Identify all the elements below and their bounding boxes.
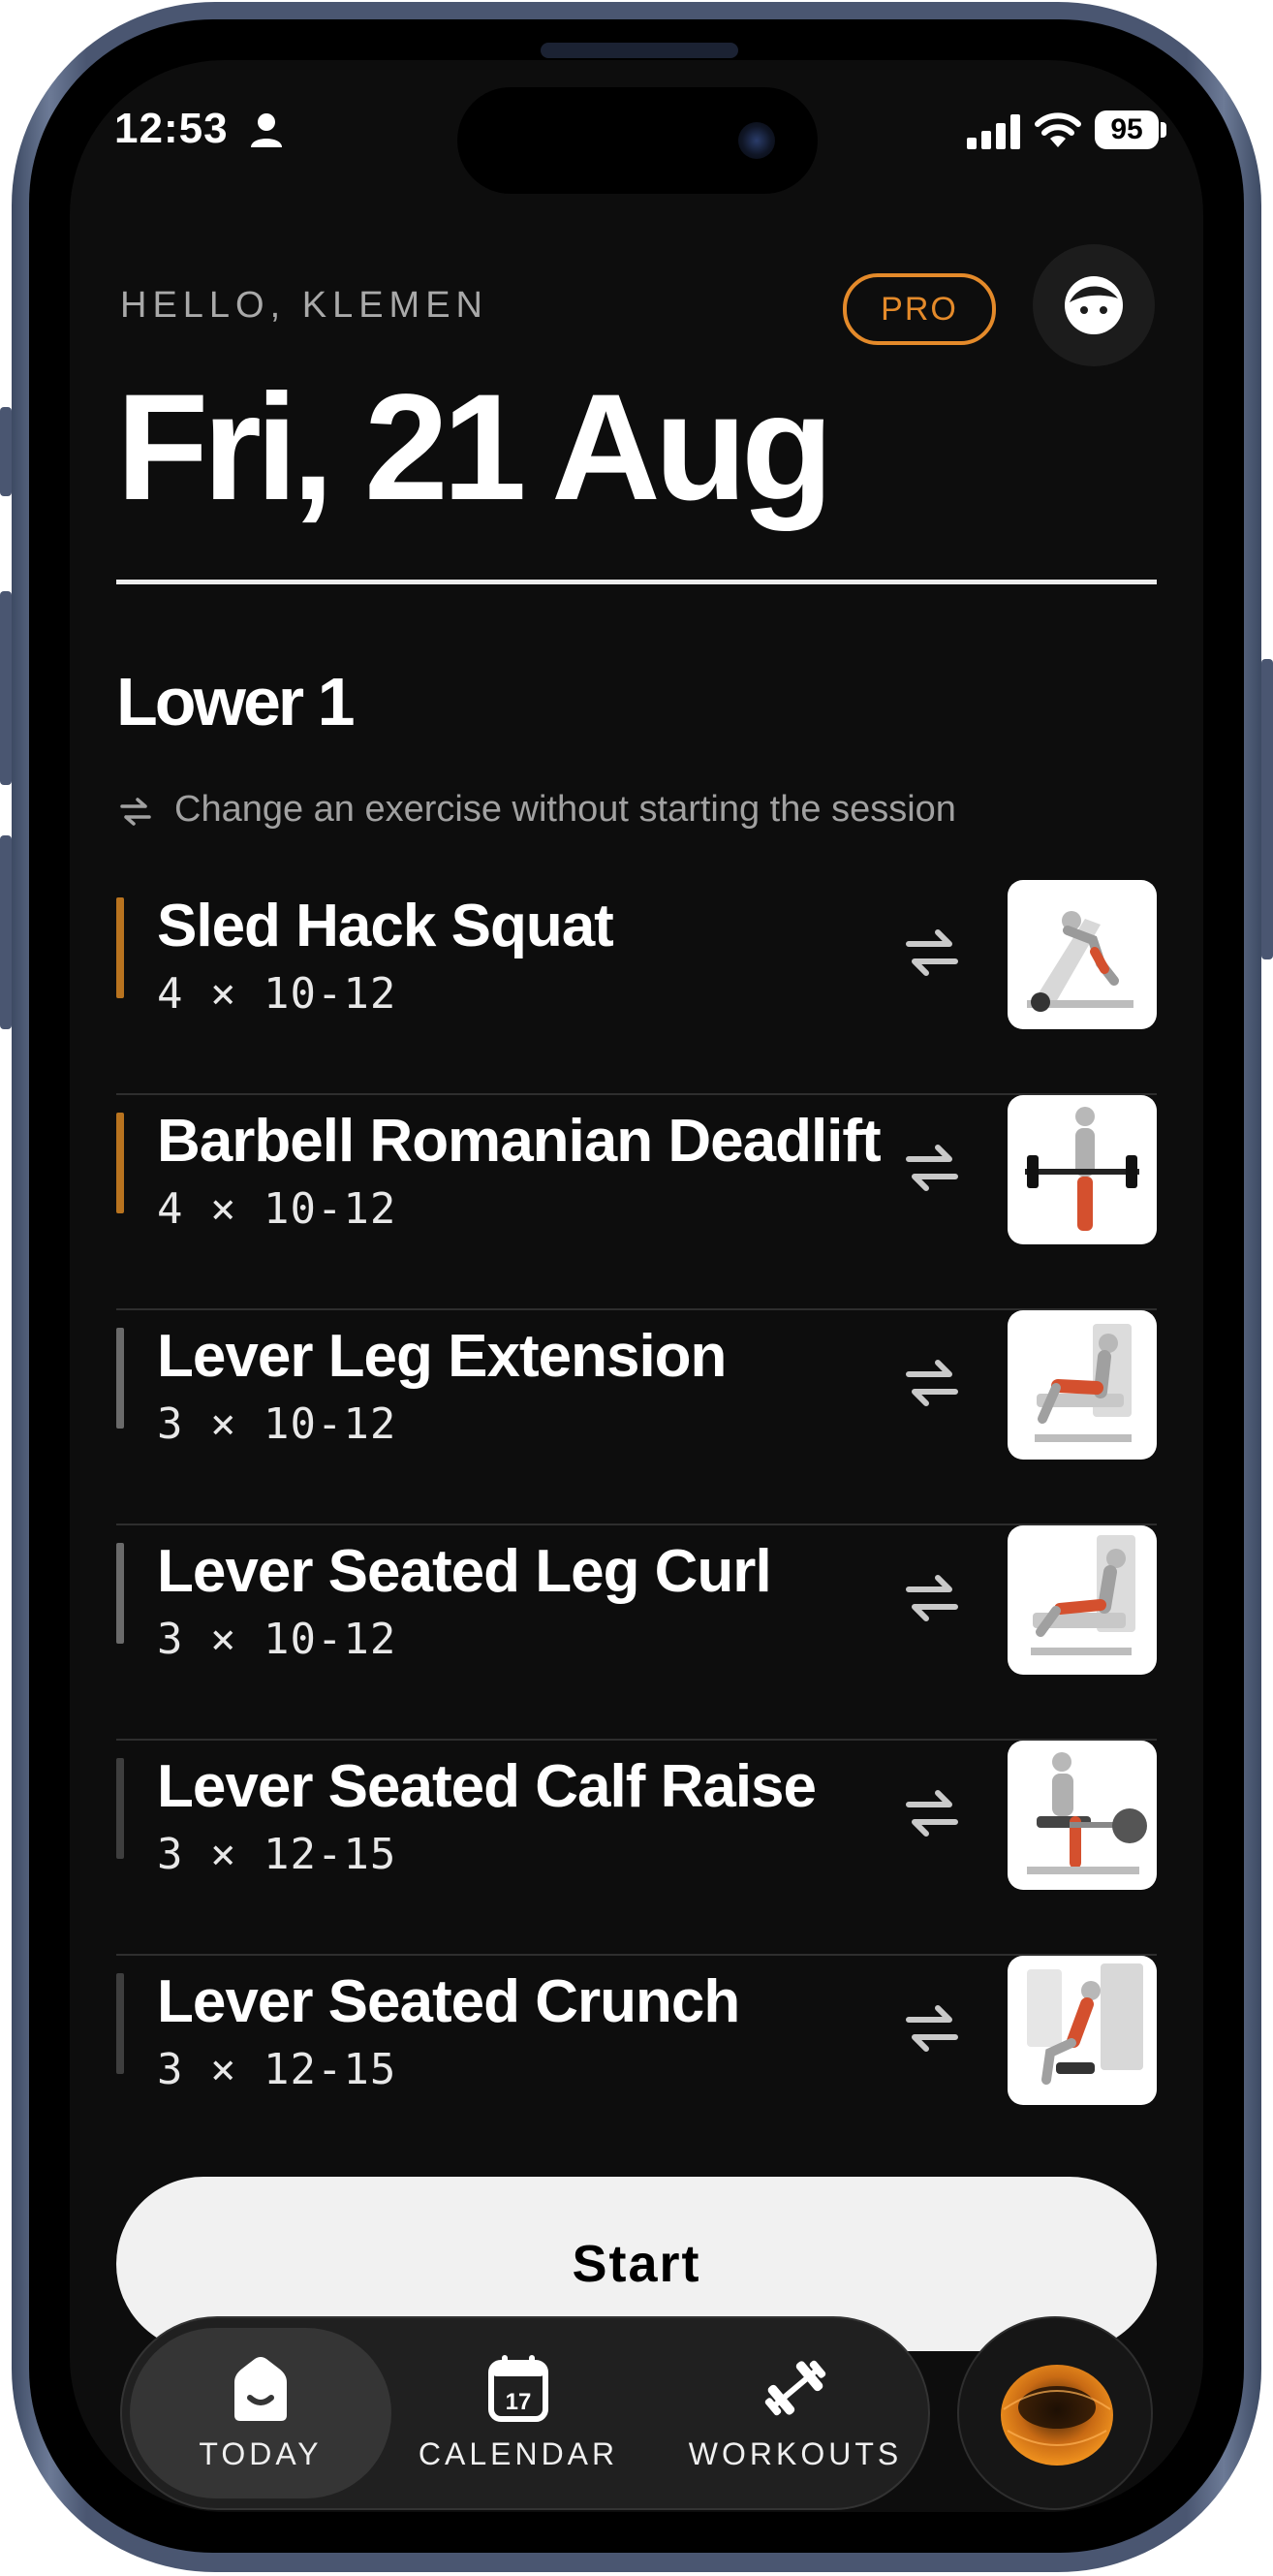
status-time: 12:53 — [114, 105, 229, 152]
tab-today-label: TODAY — [199, 2436, 323, 2471]
volume-down-button — [0, 835, 12, 1029]
side-button — [1261, 659, 1273, 959]
exercise-sets: 3 × 10-12 — [157, 1399, 397, 1449]
tab-workouts-label: WORKOUTS — [688, 2436, 903, 2471]
calendar-day-number: 17 — [506, 2389, 532, 2415]
swap-exercise-icon[interactable] — [903, 1562, 961, 1630]
seated-leg-curl-illustration — [1031, 1535, 1135, 1655]
tab-today[interactable]: TODAY — [130, 2328, 391, 2498]
swap-hint-text: Change an exercise without starting the … — [174, 789, 956, 830]
page-title-date: Fri, 21 Aug — [116, 363, 833, 532]
camera-icon — [738, 122, 775, 159]
swap-exercise-icon[interactable] — [903, 1132, 961, 1200]
exercise-row[interactable]: Sled Hack Squat 4 × 10-12 — [116, 880, 1157, 1095]
face-icon — [1065, 276, 1123, 334]
exercise-thumbnail[interactable] — [1008, 1095, 1157, 1244]
swap-exercise-icon[interactable] — [903, 1993, 961, 2060]
swap-exercise-icon[interactable] — [903, 1347, 961, 1415]
exercise-row[interactable]: Lever Seated Leg Curl 3 × 10-12 — [116, 1525, 1157, 1741]
app-screen: 12:53 95 HELLO, KLEMEN PRO Fri, 21 Aug L… — [70, 60, 1203, 2512]
exercise-name: Barbell Romanian Deadlift — [157, 1108, 882, 1175]
exercise-status-bar — [116, 1758, 124, 1859]
battery-indicator: 95 — [1095, 110, 1159, 149]
exercise-status-bar — [116, 897, 124, 998]
ai-orb-button[interactable] — [957, 2316, 1153, 2510]
wifi-icon — [1035, 112, 1081, 147]
tab-workouts[interactable]: WORKOUTS — [665, 2318, 926, 2508]
sled-hack-squat-illustration — [1027, 911, 1133, 1012]
exercise-thumbnail[interactable] — [1008, 1525, 1157, 1675]
pro-badge[interactable]: PRO — [843, 273, 996, 345]
swap-exercise-icon[interactable] — [903, 1777, 961, 1845]
person-icon — [251, 113, 282, 147]
earpiece — [541, 43, 738, 58]
seated-crunch-illustration — [1027, 1963, 1143, 2085]
exercise-sets: 3 × 12-15 — [157, 1830, 397, 1879]
home-icon — [234, 2357, 287, 2421]
dumbbell-icon — [764, 2360, 826, 2416]
exercise-row[interactable]: Lever Seated Crunch 3 × 12-15 — [116, 1956, 1157, 2169]
exercise-thumbnail[interactable] — [1008, 1741, 1157, 1890]
exercise-row[interactable]: Barbell Romanian Deadlift 4 × 10-12 — [116, 1095, 1157, 1310]
exercise-status-bar — [116, 1973, 124, 2074]
leg-extension-illustration — [1035, 1324, 1132, 1442]
exercise-sets: 4 × 10-12 — [157, 969, 397, 1019]
tab-calendar-label: CALENDAR — [418, 2436, 619, 2471]
volume-up-button — [0, 591, 12, 785]
battery-cap — [1161, 122, 1166, 138]
orb-icon — [1001, 2365, 1113, 2466]
swap-exercise-icon[interactable] — [903, 917, 961, 985]
exercise-sets: 4 × 10-12 — [157, 1184, 397, 1234]
exercise-name: Lever Leg Extension — [157, 1323, 727, 1390]
header-divider — [116, 580, 1157, 584]
exercise-sets: 3 × 12-15 — [157, 2045, 397, 2094]
exercise-sets: 3 × 10-12 — [157, 1615, 397, 1664]
exercise-name: Lever Seated Calf Raise — [157, 1753, 817, 1820]
exercise-thumbnail[interactable] — [1008, 1310, 1157, 1460]
tab-calendar[interactable]: 17 CALENDAR — [409, 2318, 628, 2508]
exercise-row[interactable]: Lever Leg Extension 3 × 10-12 — [116, 1310, 1157, 1525]
cellular-signal-icon — [967, 114, 1020, 149]
exercise-thumbnail[interactable] — [1008, 880, 1157, 1029]
swap-icon — [120, 798, 151, 826]
action-button — [0, 407, 12, 496]
profile-avatar-button[interactable] — [1033, 244, 1155, 366]
exercise-status-bar — [116, 1543, 124, 1644]
exercise-name: Lever Seated Crunch — [157, 1968, 740, 2035]
calendar-icon: 17 — [488, 2355, 548, 2422]
exercise-row[interactable]: Lever Seated Calf Raise 3 × 12-15 — [116, 1741, 1157, 1956]
greeting: HELLO, KLEMEN — [120, 285, 488, 326]
exercise-status-bar — [116, 1113, 124, 1213]
exercise-status-bar — [116, 1328, 124, 1429]
exercise-name: Lever Seated Leg Curl — [157, 1538, 772, 1605]
exercise-name: Sled Hack Squat — [157, 893, 614, 959]
exercise-list: Sled Hack Squat 4 × 10-12 Barbell Romani… — [116, 880, 1157, 2169]
tab-bar: TODAY 17 CALENDAR WORKOUTS — [120, 2316, 930, 2510]
exercise-thumbnail[interactable] — [1008, 1956, 1157, 2105]
seated-calf-raise-illustration — [1027, 1752, 1147, 1874]
romanian-deadlift-illustration — [1025, 1107, 1139, 1231]
swap-hint: Change an exercise without starting the … — [120, 789, 956, 831]
workout-name: Lower 1 — [116, 664, 356, 739]
